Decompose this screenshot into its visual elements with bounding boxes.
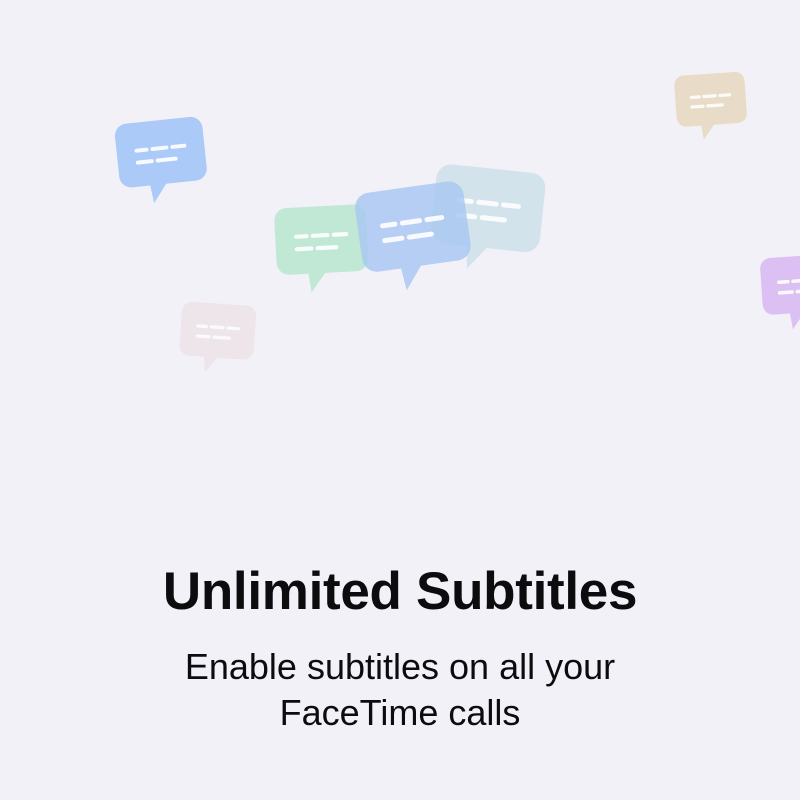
chat-bubble-icon <box>759 251 800 336</box>
chat-bubble-icon <box>114 114 213 213</box>
onboarding-screen: Unlimited Subtitles Enable subtitles on … <box>0 0 800 800</box>
chat-bubble-illustration <box>0 0 800 420</box>
chat-bubble-icon <box>674 70 751 147</box>
page-title: Unlimited Subtitles <box>162 562 638 621</box>
page-description: Enable subtitles on all your FaceTime ca… <box>184 646 616 733</box>
onboarding-text: Unlimited Subtitles Enable subtitles on … <box>0 556 800 736</box>
chat-bubble-icon <box>353 177 479 303</box>
chat-bubble-icon <box>177 299 258 380</box>
